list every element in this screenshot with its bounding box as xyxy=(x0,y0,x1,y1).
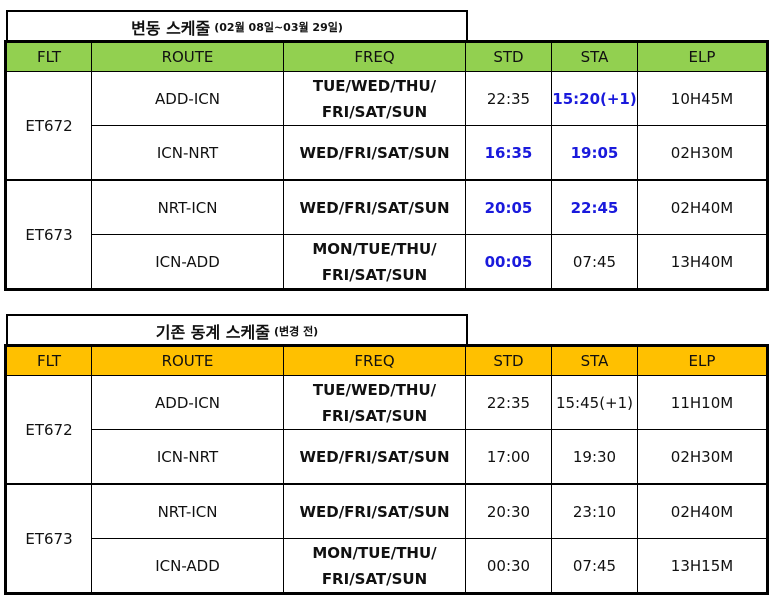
route-cell: NRT-ICN xyxy=(91,483,284,539)
std-cell: 00:05 xyxy=(465,234,552,289)
col-header-sta: STA xyxy=(551,346,638,376)
sta-cell: 07:45 xyxy=(551,234,638,289)
route-cell: ICN-NRT xyxy=(91,429,284,485)
elp-cell: 11H10M xyxy=(637,375,767,430)
sta-cell: 19:30 xyxy=(551,429,638,485)
std-cell: 20:30 xyxy=(465,483,552,539)
std-cell: 16:35 xyxy=(465,125,552,181)
sta-cell: 07:45 xyxy=(551,538,638,593)
col-header-route: ROUTE xyxy=(91,42,284,72)
route-cell: ICN-NRT xyxy=(91,125,284,181)
table-row: ET672 ADD-ICN TUE/WED/THU/ FRI/SAT/SUN 2… xyxy=(6,71,767,181)
std-cell: 22:35 xyxy=(465,71,552,126)
sta-cell: 15:45(+1) xyxy=(551,375,638,430)
section-title-text: 기존 동계 스케줄 xyxy=(155,322,270,342)
std-cell: 17:00 xyxy=(465,429,552,485)
freq-cell: WED/FRI/SAT/SUN xyxy=(283,179,466,235)
elp-cell: 10H45M xyxy=(637,71,767,126)
route-cell: ADD-ICN xyxy=(91,71,284,126)
freq-cell: WED/FRI/SAT/SUN xyxy=(283,125,466,181)
section-title-changed: 변동 스케줄 (02월 08일~03월 29일) xyxy=(6,10,468,43)
route-cell: ADD-ICN xyxy=(91,375,284,430)
freq-cell: MON/TUE/THU/ FRI/SAT/SUN xyxy=(283,234,466,289)
sta-cell: 22:45 xyxy=(551,179,638,235)
table-row: ICN-ADD MON/TUE/THU/ FRI/SAT/SUN 00:30 0… xyxy=(7,538,767,593)
route-cell: NRT-ICN xyxy=(91,179,284,235)
freq-cell: WED/FRI/SAT/SUN xyxy=(283,483,466,539)
sta-cell: 19:05 xyxy=(551,125,638,181)
elp-cell: 02H30M xyxy=(637,429,767,485)
col-header-std: STD xyxy=(465,42,552,72)
table-row: ICN-NRT WED/FRI/SAT/SUN 16:35 19:05 02H3… xyxy=(6,125,767,181)
section-title-text: 변동 스케줄 xyxy=(131,18,211,38)
std-cell: 00:30 xyxy=(465,538,552,593)
flight-number: ET673 xyxy=(6,483,92,593)
table-row: ET672 ADD-ICN TUE/WED/THU/ FRI/SAT/SUN 2… xyxy=(6,375,767,485)
col-header-sta: STA xyxy=(551,42,638,72)
col-header-freq: FREQ xyxy=(283,42,466,72)
elp-cell: 02H40M xyxy=(637,179,767,235)
sta-cell: 15:20(+1) xyxy=(551,71,638,126)
table-header-row: FLT ROUTE FREQ STD STA ELP xyxy=(6,346,767,376)
table-row: ICN-ADD MON/TUE/THU/ FRI/SAT/SUN 00:05 0… xyxy=(7,234,767,289)
elp-cell: 02H30M xyxy=(637,125,767,181)
table-row: ET673 NRT-ICN WED/FRI/SAT/SUN 20:30 23:1… xyxy=(6,483,767,593)
std-cell: 20:05 xyxy=(465,179,552,235)
section-subtitle: (02월 08일~03월 29일) xyxy=(214,20,343,34)
section-title-previous: 기존 동계 스케줄 (변경 전) xyxy=(6,314,468,347)
freq-cell: TUE/WED/THU/ FRI/SAT/SUN xyxy=(283,71,466,126)
flight-number: ET672 xyxy=(6,375,92,485)
flight-number: ET673 xyxy=(6,179,92,289)
schedule-table-previous: FLT ROUTE FREQ STD STA ELP ET672 ADD-ICN… xyxy=(4,344,769,595)
section-subtitle: (변경 전) xyxy=(273,324,319,338)
route-cell: ICN-ADD xyxy=(91,538,284,593)
col-header-elp: ELP xyxy=(637,42,767,72)
elp-cell: 02H40M xyxy=(637,483,767,539)
schedule-table-changed: FLT ROUTE FREQ STD STA ELP ET672 ADD-ICN… xyxy=(4,40,769,291)
route-cell: ICN-ADD xyxy=(91,234,284,289)
table-row: ICN-NRT WED/FRI/SAT/SUN 17:00 19:30 02H3… xyxy=(6,429,767,485)
freq-cell: WED/FRI/SAT/SUN xyxy=(283,429,466,485)
std-cell: 22:35 xyxy=(465,375,552,430)
elp-cell: 13H15M xyxy=(637,538,767,593)
col-header-route: ROUTE xyxy=(91,346,284,376)
col-header-flt: FLT xyxy=(6,42,92,72)
table-row: ET673 NRT-ICN WED/FRI/SAT/SUN 20:05 22:4… xyxy=(6,179,767,289)
col-header-freq: FREQ xyxy=(283,346,466,376)
col-header-std: STD xyxy=(465,346,552,376)
flight-number: ET672 xyxy=(6,71,92,181)
freq-cell: TUE/WED/THU/ FRI/SAT/SUN xyxy=(283,375,466,430)
table-header-row: FLT ROUTE FREQ STD STA ELP xyxy=(6,42,767,72)
elp-cell: 13H40M xyxy=(637,234,767,289)
sta-cell: 23:10 xyxy=(551,483,638,539)
freq-cell: MON/TUE/THU/ FRI/SAT/SUN xyxy=(283,538,466,593)
col-header-elp: ELP xyxy=(637,346,767,376)
col-header-flt: FLT xyxy=(6,346,92,376)
